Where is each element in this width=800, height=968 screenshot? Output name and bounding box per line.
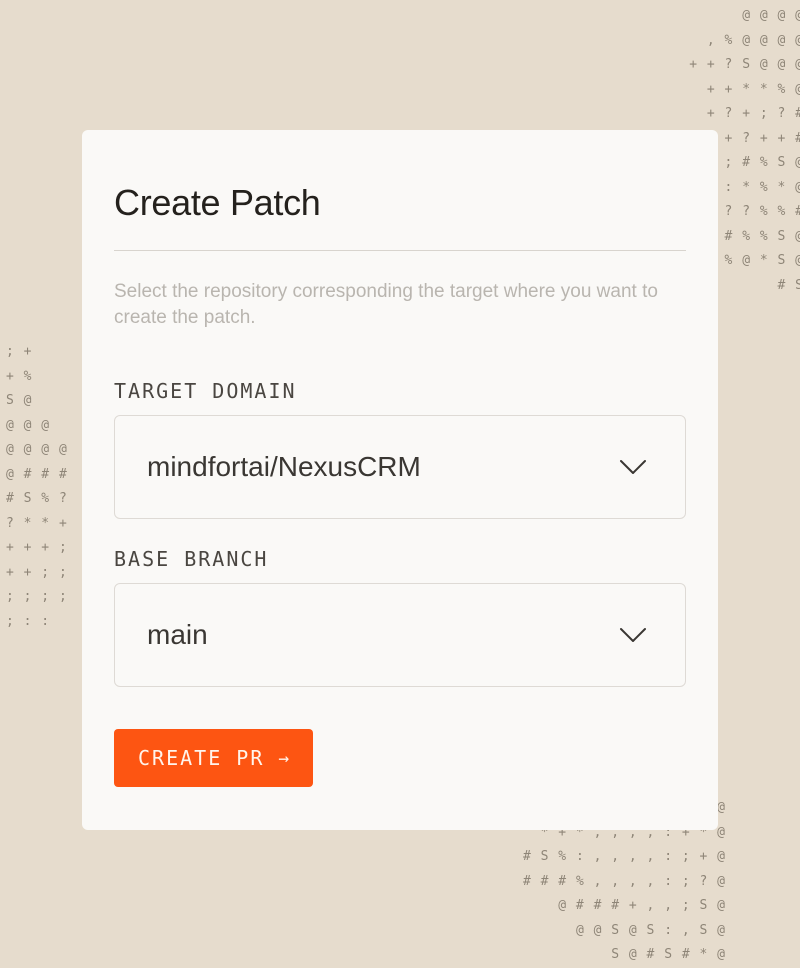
chevron-down-icon <box>620 628 646 642</box>
target-domain-value: mindfortai/NexusCRM <box>147 451 421 482</box>
dialog-description: Select the repository corresponding the … <box>114 281 658 328</box>
target-domain-label: TARGET DOMAIN <box>114 379 297 403</box>
title-divider <box>114 250 686 251</box>
base-branch-label: BASE BRANCH <box>114 547 269 571</box>
create-pr-button[interactable]: CREATE PR → <box>114 729 314 787</box>
base-branch-value: main <box>147 619 208 650</box>
chevron-down-icon <box>620 460 646 474</box>
target-domain-select[interactable]: mindfortai/NexusCRM <box>114 415 686 519</box>
dialog-title: Create Patch <box>114 182 321 223</box>
arrow-right-icon: → <box>278 747 290 769</box>
background-ascii-pattern: ; + + % S @ @ @ @ @ @ @ @ @ # # # # S % … <box>6 344 68 629</box>
create-patch-dialog: Create Patch Select the repository corre… <box>82 130 718 830</box>
base-branch-select[interactable]: main <box>114 583 686 687</box>
create-pr-label: CREATE PR <box>138 746 265 770</box>
